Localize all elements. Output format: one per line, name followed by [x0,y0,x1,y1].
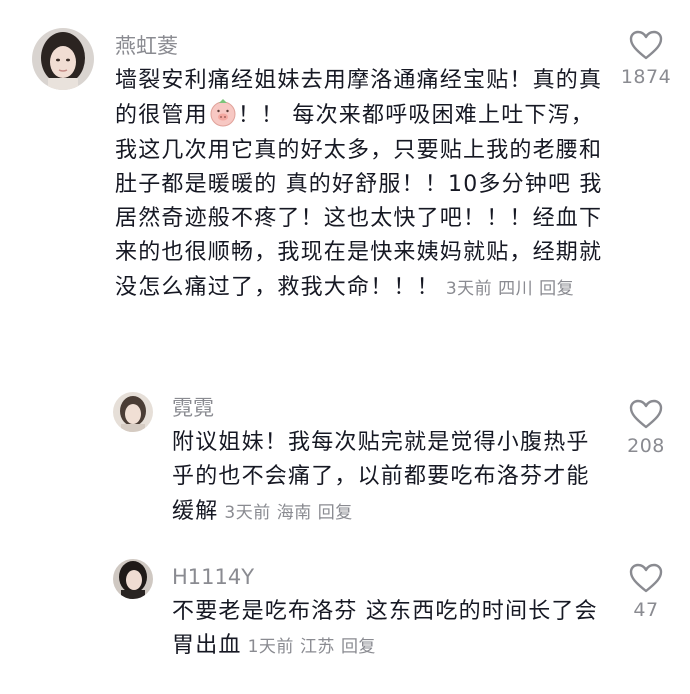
comment-text: 墙裂安利痛经姐妹去用摩洛通痛经宝贴！真的真的很管用 ！！ 每次来都呼吸困难上吐下… [115,64,610,306]
comment-text: 不要老是吃布洛芬 这东西吃的时间长了会胃出血 1天前 江苏 回复 [172,595,608,665]
comment-username[interactable]: 燕虹菱 [115,32,178,60]
comment-meta: 3天前 海南 回复 [224,503,358,523]
comment-text-part: ！！ 每次来都呼吸困难上吐下泻，我这几次用它真的好太多，只要贴上我的老腰和肚子都… [115,103,603,300]
comment-location: 海南 [276,502,312,523]
pig-face-emoji-icon [210,99,236,127]
comment-item: 霓霓 附议姐妹！我每次贴完就是觉得小腹热乎乎的也不会痛了，以前都要吃布洛芬才能缓… [0,385,690,550]
comment-text-part: 不要老是吃布洛芬 这东西吃的时间长了会胃出血 [172,599,598,659]
comment-time: 1天前 [247,637,294,658]
like-control[interactable]: 47 [601,563,690,621]
reply-button[interactable]: 回复 [341,637,376,657]
comment-meta: 3天前 四川 回复 [446,279,580,299]
reply-button[interactable]: 回复 [539,279,574,299]
like-count: 208 [627,435,665,457]
comment-location: 四川 [498,278,534,299]
comment-item: H1114Y 不要老是吃布洛芬 这东西吃的时间长了会胃出血 1天前 江苏 回复 47 [0,550,690,694]
like-control[interactable]: 208 [601,399,690,457]
like-count: 1874 [620,66,672,88]
heart-outline-icon[interactable] [629,563,663,593]
comment-text: 附议姐妹！我每次贴完就是觉得小腹热乎乎的也不会痛了，以前都要吃布洛芬才能缓解 3天… [172,426,608,530]
comment-location: 江苏 [299,637,335,658]
avatar[interactable] [113,392,153,432]
heart-outline-icon[interactable] [629,399,663,429]
like-count: 47 [633,599,659,621]
comment-username[interactable]: H1114Y [172,563,254,591]
avatar[interactable] [32,28,94,90]
comment-username[interactable]: 霓霓 [172,394,214,422]
comment-time: 3天前 [445,278,493,299]
comment-item: 燕虹菱 墙裂安利痛经姐妹去用摩洛通痛经宝贴！真的真的很管用 ！！ 每次来都呼吸困… [0,0,690,385]
avatar[interactable] [113,559,153,599]
reply-button[interactable]: 回复 [318,503,353,523]
comment-time: 3天前 [224,502,271,523]
like-control[interactable]: 1874 [601,30,690,88]
heart-outline-icon[interactable] [629,30,663,60]
comment-meta: 1天前 江苏 回复 [248,637,382,657]
